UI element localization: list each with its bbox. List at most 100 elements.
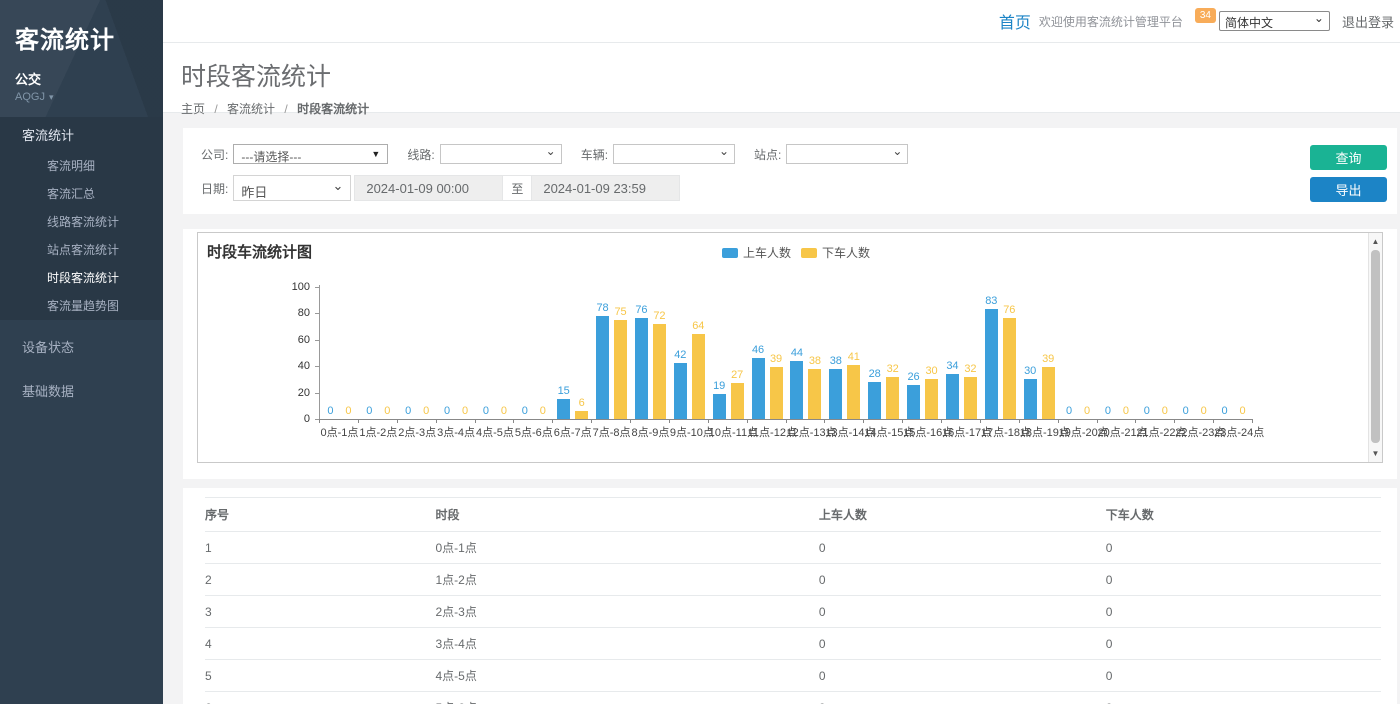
app-title: 客流统计 xyxy=(15,20,148,55)
scrollbar-up-icon[interactable]: ▲ xyxy=(1369,235,1382,248)
bar-alighting: 27 xyxy=(731,369,744,419)
table-cell: 3点-4点 xyxy=(435,628,818,660)
bar-alighting: 0 xyxy=(1236,405,1249,419)
legend-swatch-icon xyxy=(801,248,817,258)
notification-badge[interactable]: 34 xyxy=(1195,8,1216,23)
table-panel: 序号时段上车人数下车人数 10点-1点0021点-2点0032点-3点0043点… xyxy=(183,488,1397,704)
bar xyxy=(614,320,627,419)
language-select[interactable]: 简体中文 xyxy=(1219,11,1330,31)
bar xyxy=(752,358,765,419)
table-cell: 1点-2点 xyxy=(435,564,818,596)
y-tick-label: 20 xyxy=(198,387,310,399)
bar xyxy=(635,318,648,419)
table-cell: 2 xyxy=(205,564,435,596)
bar-alighting: 0 xyxy=(1081,405,1094,419)
bar-value-label: 76 xyxy=(635,304,647,317)
bar-boarding: 42 xyxy=(674,349,687,419)
bar-alighting: 39 xyxy=(770,353,783,419)
bar-alighting: 0 xyxy=(381,405,394,419)
sidebar-item-7[interactable]: 客流量趋势图 xyxy=(0,292,163,320)
bar-boarding: 0 xyxy=(1218,405,1231,419)
y-tick-mark xyxy=(315,366,319,367)
logout-link[interactable]: 退出登录 xyxy=(1342,12,1394,31)
sidebar-item-2[interactable]: 客流明细 xyxy=(0,152,163,180)
breadcrumb-section[interactable]: 客流统计 xyxy=(227,102,275,116)
sidebar-item-6[interactable]: 时段客流统计 xyxy=(0,264,163,292)
table-cell: 5 xyxy=(205,660,435,692)
bar xyxy=(985,309,998,419)
table-cell: 0 xyxy=(819,628,1106,660)
bar xyxy=(829,369,842,419)
chart-title: 时段车流统计图 xyxy=(207,241,312,262)
bar-alighting: 0 xyxy=(536,405,549,419)
scrollbar-down-icon[interactable]: ▼ xyxy=(1369,447,1382,460)
topbar: 首页 欢迎使用客流统计管理平台 34 简体中文 退出登录 xyxy=(163,0,1400,43)
bar xyxy=(674,363,687,419)
table-cell: 0点-1点 xyxy=(435,532,818,564)
bar-value-label: 83 xyxy=(985,295,997,308)
line-select[interactable] xyxy=(440,144,562,164)
export-button[interactable]: 导出 xyxy=(1310,177,1387,202)
x-tick-mark xyxy=(941,419,942,423)
x-tick-mark xyxy=(591,419,592,423)
x-tick-mark xyxy=(1019,419,1020,423)
table-row: 32点-3点00 xyxy=(205,596,1381,628)
bar xyxy=(770,367,783,419)
bar xyxy=(653,324,666,419)
y-tick-label: 0 xyxy=(198,413,310,425)
table-cell: 0 xyxy=(1106,564,1381,596)
bar-value-label: 0 xyxy=(1144,405,1150,418)
bar-boarding: 0 xyxy=(1101,405,1114,419)
x-tick-mark xyxy=(1213,419,1214,423)
bar xyxy=(575,411,588,419)
vehicle-select[interactable] xyxy=(613,144,735,164)
bar-group: 156 xyxy=(553,385,592,419)
table-cell: 0 xyxy=(819,596,1106,628)
sidebar-item-5[interactable]: 站点客流统计 xyxy=(0,236,163,264)
breadcrumb-home[interactable]: 主页 xyxy=(181,102,205,116)
x-category-label: 16点-17点 xyxy=(942,424,981,440)
legend-swatch-icon xyxy=(722,248,738,258)
bar-boarding: 46 xyxy=(752,344,765,419)
line-label: 线路: xyxy=(407,146,434,163)
bar-value-label: 0 xyxy=(345,405,351,418)
x-tick-mark xyxy=(708,419,709,423)
home-link[interactable]: 首页 xyxy=(999,9,1031,33)
table-cell: 1 xyxy=(205,532,435,564)
bar-value-label: 0 xyxy=(327,405,333,418)
bar-boarding: 0 xyxy=(1063,405,1076,419)
bar xyxy=(557,399,570,419)
sidebar-item-4[interactable]: 线路客流统计 xyxy=(0,208,163,236)
search-button[interactable]: 查询 xyxy=(1310,145,1387,170)
date-to-input[interactable] xyxy=(531,175,680,201)
sidebar-item-9[interactable]: 基础数据 xyxy=(0,373,163,408)
x-tick-mark xyxy=(669,419,670,423)
table-row: 65点-6点00 xyxy=(205,692,1381,704)
bar-group: 00 xyxy=(320,405,359,419)
date-from-input[interactable] xyxy=(354,175,503,201)
org-code-dropdown[interactable]: AQGJ xyxy=(15,91,148,103)
chart-scrollbar[interactable]: ▲ ▼ xyxy=(1368,233,1382,462)
bar xyxy=(1024,379,1037,419)
bar-alighting: 39 xyxy=(1042,353,1055,419)
sidebar-item-1[interactable]: 客流统计 xyxy=(0,117,163,152)
sidebar-menu: 客流统计客流明细客流汇总线路客流统计站点客流统计时段客流统计客流量趋势图设备状态… xyxy=(0,117,163,408)
scrollbar-thumb[interactable] xyxy=(1371,250,1380,443)
table-cell: 0 xyxy=(819,660,1106,692)
breadcrumb-separator: / xyxy=(284,102,287,116)
company-select[interactable]: ---请选择--- xyxy=(233,144,388,164)
x-tick-mark xyxy=(1174,419,1175,423)
bar-value-label: 0 xyxy=(366,405,372,418)
sidebar-item-3[interactable]: 客流汇总 xyxy=(0,180,163,208)
x-tick-mark xyxy=(980,419,981,423)
bar-value-label: 30 xyxy=(1024,365,1036,378)
station-select[interactable] xyxy=(786,144,908,164)
y-tick-label: 100 xyxy=(198,281,310,293)
table-cell: 4点-5点 xyxy=(435,660,818,692)
date-preset-select[interactable]: 昨日 xyxy=(233,175,351,201)
bar-alighting: 41 xyxy=(847,351,860,419)
x-tick-mark xyxy=(824,419,825,423)
sidebar-item-8[interactable]: 设备状态 xyxy=(0,329,163,364)
table-header-cell: 时段 xyxy=(435,498,818,532)
bar-boarding: 0 xyxy=(441,405,454,419)
